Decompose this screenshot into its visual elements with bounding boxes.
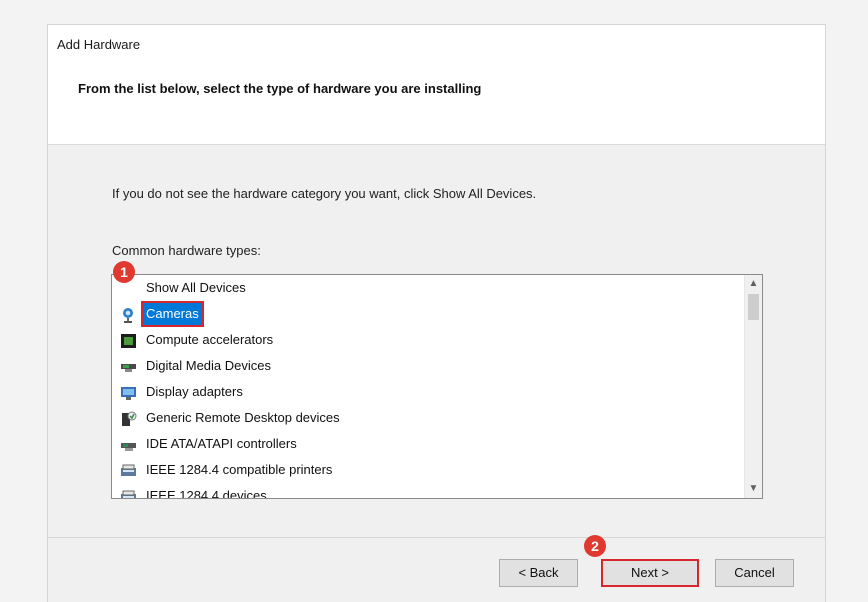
printer-port-icon	[120, 488, 137, 498]
list-item-show-all-devices[interactable]: Show All Devices	[112, 275, 744, 301]
list-item-label: Display adapters	[146, 384, 243, 399]
list-item-label: IDE ATA/ATAPI controllers	[146, 436, 297, 451]
cancel-button[interactable]: Cancel	[715, 559, 794, 587]
list-scrollbar[interactable]: ▲ ▼	[744, 275, 762, 498]
list-item-label: Compute accelerators	[146, 332, 274, 347]
dialog-body: If you do not see the hardware category …	[48, 145, 825, 602]
digital-media-icon	[120, 358, 137, 374]
back-button[interactable]: < Back	[499, 559, 578, 587]
step-2-badge: 2	[584, 535, 606, 557]
next-button[interactable]: Next >	[601, 559, 699, 587]
list-item-display-adapters[interactable]: Display adapters	[112, 379, 744, 405]
add-hardware-dialog: Add Hardware From the list below, select…	[47, 24, 826, 602]
hint-text: If you do not see the hardware category …	[112, 186, 537, 201]
list-item-compute-accelerators[interactable]: Compute accelerators	[112, 327, 744, 353]
compute-accelerator-icon	[120, 332, 137, 348]
instruction-heading: From the list below, select the type of …	[78, 81, 482, 96]
scroll-up-arrow-icon[interactable]: ▲	[745, 275, 762, 293]
step-1-badge: 1	[113, 261, 135, 283]
list-item-label: Cameras	[141, 301, 204, 327]
display-adapter-icon	[120, 384, 137, 400]
dialog-header: Add Hardware From the list below, select…	[48, 25, 825, 145]
remote-desktop-icon	[120, 410, 137, 426]
list-item-generic-remote-desktop-devices[interactable]: Generic Remote Desktop devices	[112, 405, 744, 431]
list-item-ieee-1284-4-compatible-printers[interactable]: IEEE 1284.4 compatible printers	[112, 457, 744, 483]
list-item-cameras[interactable]: Cameras	[112, 301, 744, 327]
scroll-thumb[interactable]	[748, 294, 759, 320]
list-item-label: Digital Media Devices	[146, 358, 271, 373]
scroll-down-arrow-icon[interactable]: ▼	[745, 480, 762, 498]
ide-controller-icon	[120, 436, 137, 452]
list-item-digital-media-devices[interactable]: Digital Media Devices	[112, 353, 744, 379]
list-item-ieee-1284-4-devices[interactable]: IEEE 1284.4 devices	[112, 483, 744, 499]
footer-divider	[48, 537, 825, 538]
dialog-title: Add Hardware	[57, 37, 141, 52]
list-item-label: IEEE 1284.4 compatible printers	[146, 462, 333, 477]
list-label: Common hardware types:	[112, 243, 261, 258]
list-item-label: Generic Remote Desktop devices	[146, 410, 340, 425]
camera-icon	[120, 306, 137, 323]
list-item-label: Show All Devices	[146, 280, 246, 295]
hardware-type-list[interactable]: Show All Devices Cameras Compute acceler…	[111, 274, 763, 499]
list-item-label: IEEE 1284.4 devices	[146, 488, 267, 499]
printer-port-icon	[120, 462, 137, 478]
list-item-ide-ata-atapi-controllers[interactable]: IDE ATA/ATAPI controllers	[112, 431, 744, 457]
